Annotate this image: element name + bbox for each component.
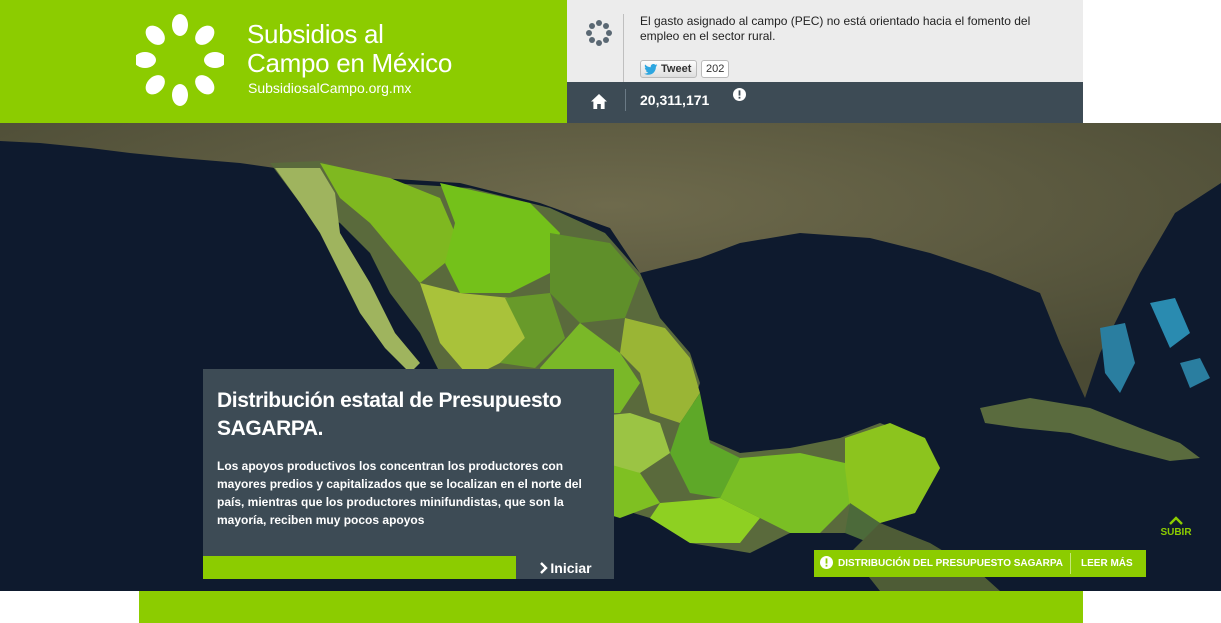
chevron-right-icon	[540, 561, 549, 574]
start-label: Iniciar	[550, 559, 592, 576]
divider	[623, 14, 624, 82]
divider	[625, 89, 626, 111]
footer-bar	[139, 591, 1083, 623]
scroll-up-button[interactable]: SUBIR	[1160, 516, 1192, 538]
start-button[interactable]: Iniciar	[517, 556, 614, 579]
news-text: El gasto asignado al campo (PEC) no está…	[640, 14, 1031, 43]
distribution-link[interactable]: DISTRIBUCIÓN DEL PRESUPUESTO SAGARPA	[838, 558, 1063, 569]
info-icon[interactable]	[733, 88, 746, 101]
divider	[1070, 553, 1071, 574]
site-title-line1: Subsidios al	[247, 19, 384, 49]
site-title[interactable]: Subsidios al Campo en México	[247, 20, 452, 78]
spinner-icon	[586, 20, 612, 46]
home-icon[interactable]	[590, 93, 608, 110]
flower-logo-icon[interactable]	[136, 14, 224, 106]
tweet-count: 202	[701, 60, 730, 78]
scroll-up-label: SUBIR	[1160, 527, 1192, 538]
site-title-line2: Campo en México	[247, 48, 453, 78]
tweet-label: Tweet	[661, 63, 692, 75]
site-url[interactable]: SubsidiosalCampo.org.mx	[248, 80, 411, 96]
card-title: Distribución estatal de Presupuesto SAGA…	[217, 389, 562, 440]
card-body: Los apoyos productivos los concentran lo…	[217, 459, 582, 527]
stat-count: 20,311,171	[640, 92, 710, 108]
tweet-button[interactable]: Tweet	[640, 60, 698, 78]
info-icon[interactable]	[820, 556, 833, 569]
chevron-up-icon	[1169, 516, 1183, 525]
twitter-bird-icon	[644, 63, 658, 75]
card-progress-bar	[203, 556, 516, 579]
read-more-button[interactable]: LEER MÁS	[1081, 558, 1133, 569]
